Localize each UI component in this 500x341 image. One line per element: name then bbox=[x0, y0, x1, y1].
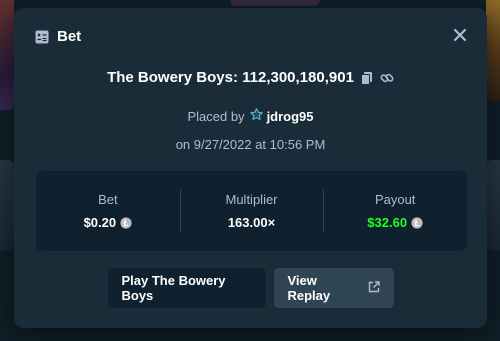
background-game-tile bbox=[486, 0, 500, 100]
stat-multiplier: Multiplier 163.00× bbox=[179, 171, 324, 251]
username: jdrog95 bbox=[266, 108, 314, 124]
bet-slip-icon bbox=[35, 30, 49, 44]
game-title: The Bowery Boys: 112,300,180,901 bbox=[107, 69, 354, 86]
play-game-button-label: Play The Bowery Boys bbox=[121, 273, 226, 303]
stat-multiplier-label: Multiplier bbox=[225, 192, 278, 207]
litecoin-icon bbox=[411, 216, 423, 229]
background-game-tile bbox=[230, 0, 320, 6]
link-icon[interactable] bbox=[380, 71, 394, 85]
stat-payout-label: Payout bbox=[374, 192, 416, 207]
placed-by-row: Placed by jdrog95 bbox=[14, 108, 487, 124]
stat-bet-label: Bet bbox=[98, 192, 118, 207]
stat-bet-value: $0.20 bbox=[83, 215, 117, 230]
view-replay-button[interactable]: View Replay bbox=[273, 268, 394, 308]
game-title-row: The Bowery Boys: 112,300,180,901 bbox=[14, 69, 487, 86]
close-icon[interactable] bbox=[453, 28, 467, 42]
modal-title: Bet bbox=[57, 28, 82, 45]
background-game-tile bbox=[0, 160, 14, 250]
page-backdrop: Bet The Bowery Boys: 112,300,180,901 Pla… bbox=[0, 0, 500, 341]
bet-details-modal: Bet The Bowery Boys: 112,300,180,901 Pla… bbox=[14, 8, 487, 328]
user-link[interactable]: jdrog95 bbox=[249, 108, 314, 124]
play-game-button[interactable]: Play The Bowery Boys bbox=[107, 268, 266, 308]
external-link-icon bbox=[368, 280, 380, 296]
bet-date: on 9/27/2022 at 10:56 PM bbox=[175, 137, 326, 152]
star-badge-icon bbox=[249, 108, 263, 124]
stat-payout-value-row: $32.60 bbox=[367, 215, 423, 230]
stat-payout-value: $32.60 bbox=[367, 215, 408, 230]
view-replay-button-label: View Replay bbox=[287, 273, 331, 303]
copy-icon[interactable] bbox=[360, 71, 374, 85]
placed-by-label: Placed by bbox=[187, 108, 245, 124]
stat-payout: Payout $32.60 bbox=[323, 171, 467, 251]
background-game-tile bbox=[0, 0, 14, 110]
stat-bet-value-row: $0.20 bbox=[84, 215, 133, 230]
modal-actions: Play The Bowery Boys View Replay bbox=[14, 268, 487, 308]
bet-stats-panel: Bet $0.20 Multiplier 163.00× Payout $32.… bbox=[36, 171, 467, 251]
stat-bet: Bet $0.20 bbox=[36, 171, 180, 251]
modal-header: Bet bbox=[35, 28, 81, 45]
background-game-tile bbox=[486, 160, 500, 250]
stat-multiplier-value: 163.00× bbox=[227, 215, 276, 230]
litecoin-icon bbox=[120, 216, 132, 229]
